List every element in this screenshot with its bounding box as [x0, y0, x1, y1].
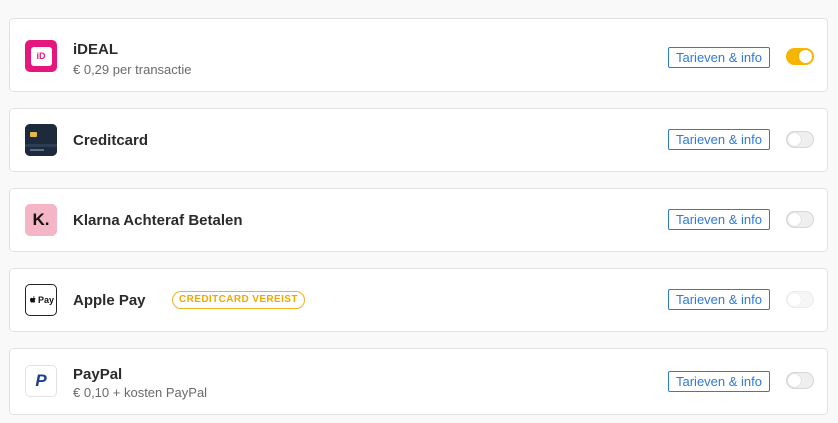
klarna-title: Klarna Achteraf Betalen — [73, 212, 243, 229]
applepay-info-button[interactable]: Tarieven & info — [668, 289, 770, 310]
toggle-knob — [788, 133, 801, 146]
payment-method-creditcard: Creditcard Tarieven & info — [9, 108, 828, 172]
payment-method-paypal: P PayPal € 0,10 + kosten PayPal Tarieven… — [9, 348, 828, 415]
payment-method-applepay: Pay Apple Pay CREDITCARD VEREIST Tarieve… — [9, 268, 828, 332]
payment-method-klarna: K. Klarna Achteraf Betalen Tarieven & in… — [9, 188, 828, 252]
paypal-info-button[interactable]: Tarieven & info — [668, 371, 770, 392]
payment-method-ideal: iD iDEAL € 0,29 per transactie Tarieven … — [9, 18, 828, 92]
ideal-info-button[interactable]: Tarieven & info — [668, 47, 770, 68]
ideal-fee-text: € 0,29 per transactie — [73, 62, 192, 77]
creditcard-info-button[interactable]: Tarieven & info — [668, 129, 770, 150]
paypal-logo-icon: P — [25, 365, 57, 397]
klarna-toggle[interactable] — [786, 211, 814, 228]
credit-card-icon — [25, 124, 57, 156]
paypal-title: PayPal — [73, 366, 123, 383]
ideal-logo-icon: iD — [25, 40, 57, 72]
toggle-knob — [788, 213, 801, 226]
creditcard-toggle[interactable] — [786, 131, 814, 148]
paypal-fee-text: € 0,10 + kosten PayPal — [73, 385, 208, 400]
klarna-info-button[interactable]: Tarieven & info — [668, 209, 770, 230]
toggle-knob — [799, 50, 812, 63]
applepay-toggle[interactable] — [786, 291, 814, 308]
creditcard-title: Creditcard — [73, 132, 149, 149]
paypal-toggle[interactable] — [786, 372, 814, 389]
ideal-toggle[interactable] — [786, 48, 814, 65]
ideal-title: iDEAL — [73, 41, 118, 58]
applepay-title: Apple Pay — [73, 292, 146, 309]
toggle-knob — [788, 293, 801, 306]
creditcard-required-badge: CREDITCARD VEREIST — [172, 291, 305, 309]
klarna-logo-icon: K. — [25, 204, 57, 236]
apple-pay-logo-icon: Pay — [25, 284, 57, 316]
toggle-knob — [788, 374, 801, 387]
